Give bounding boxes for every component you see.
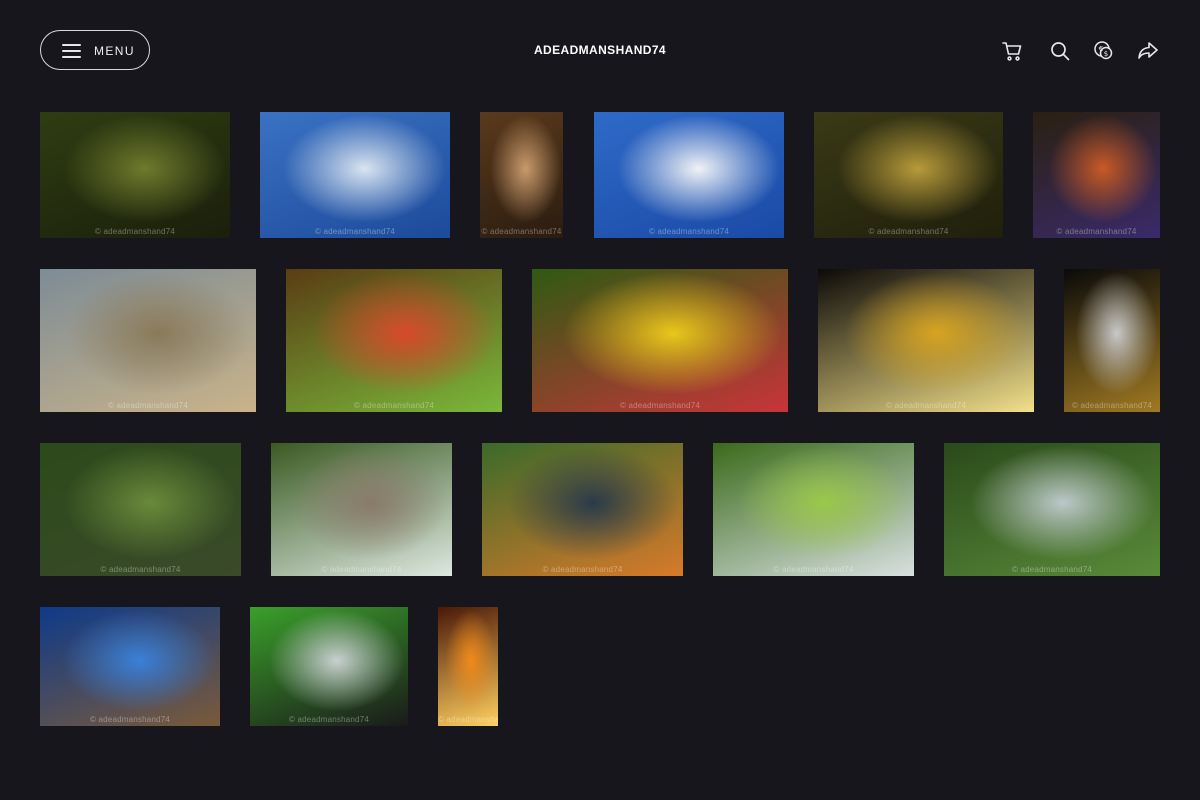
watermark-text: © adeadmanshand74 bbox=[1056, 227, 1137, 236]
watermark-text: © adeadmanshand74 bbox=[288, 715, 370, 724]
photo-mossy-waterfall[interactable]: © adeadmanshand74 bbox=[713, 443, 914, 576]
photo-tree-bench-park[interactable]: © adeadmanshand74 bbox=[40, 112, 230, 238]
photo-rainbow-statue-tree-trunk[interactable]: © adeadmanshand74 bbox=[286, 269, 502, 412]
watermark-text: © adeadmanshand74 bbox=[619, 401, 701, 410]
watermark-text: © adeadmanshand74 bbox=[100, 565, 181, 574]
photo-airplane-sculpture-clouds[interactable]: © adeadmanshand74 bbox=[594, 112, 784, 238]
watermark-text: © adeadmanshand74 bbox=[1011, 565, 1093, 574]
watermark-text: © adeadmanshand74 bbox=[94, 227, 176, 236]
photo-abandoned-stone-house[interactable]: © adeadmanshand74 bbox=[40, 269, 256, 412]
watermark-text: © adeadmanshand74 bbox=[648, 227, 730, 236]
watermark-text: © adeadmanshand74 bbox=[314, 227, 396, 236]
watermark-text: © adeadmanshand74 bbox=[542, 565, 623, 574]
watermark-text: © adeadmanshand74 bbox=[107, 401, 189, 410]
photo-beer-glass-bokeh[interactable]: © adeadmanshand74 bbox=[818, 269, 1034, 412]
watermark-text: © adeadmanshand74 bbox=[353, 401, 435, 410]
photo-flame-skull[interactable]: © adeadmanshand74 bbox=[438, 607, 498, 726]
watermark-text: © adeadmanshand74 bbox=[1071, 401, 1153, 410]
watermark-text: © adeadmanshand74 bbox=[89, 715, 171, 724]
watermark-text: © adeadmanshand74 bbox=[868, 227, 949, 236]
share-icon[interactable] bbox=[1135, 38, 1161, 64]
photo-statue-blue-sky[interactable]: © adeadmanshand74 bbox=[40, 607, 220, 726]
currency-icon[interactable]: $ € bbox=[1091, 38, 1117, 64]
watermark-text: © adeadmanshand74 bbox=[481, 227, 562, 236]
photo-wooden-statue-arch[interactable]: © adeadmanshand74 bbox=[480, 112, 563, 238]
photo-stream-stone-path[interactable]: © adeadmanshand74 bbox=[944, 443, 1160, 576]
photo-koi-pond-pagoda[interactable]: © adeadmanshand74 bbox=[482, 443, 683, 576]
watermark-text: © adeadmanshand74 bbox=[773, 565, 854, 574]
photo-japanese-tea-house[interactable]: © adeadmanshand74 bbox=[271, 443, 452, 576]
photo-gaillardia-flower[interactable]: © adeadmanshand74 bbox=[532, 269, 788, 412]
search-icon[interactable] bbox=[1047, 38, 1073, 64]
watermark-text: © adeadmanshand74 bbox=[885, 401, 967, 410]
svg-text:€: € bbox=[1099, 45, 1103, 53]
photo-garden-waterfall-sunlit[interactable]: © adeadmanshand74 bbox=[814, 112, 1003, 238]
watermark-text: © adeadmanshand74 bbox=[321, 565, 402, 574]
photo-rainbow-robed-statue-tree[interactable]: © adeadmanshand74 bbox=[1033, 112, 1160, 238]
photo-silver-mask-sculpture[interactable]: © adeadmanshand74 bbox=[1064, 269, 1160, 412]
svg-text:$: $ bbox=[1104, 50, 1108, 58]
photo-airplane-sculpture-sky[interactable]: © adeadmanshand74 bbox=[260, 112, 450, 238]
photo-japanese-garden-stepping-stones[interactable]: © adeadmanshand74 bbox=[40, 443, 241, 576]
watermark-text: © adeadmanshand74 bbox=[438, 715, 498, 724]
cart-icon[interactable] bbox=[999, 38, 1025, 64]
photo-butterfly-clock[interactable]: © adeadmanshand74 bbox=[250, 607, 408, 726]
